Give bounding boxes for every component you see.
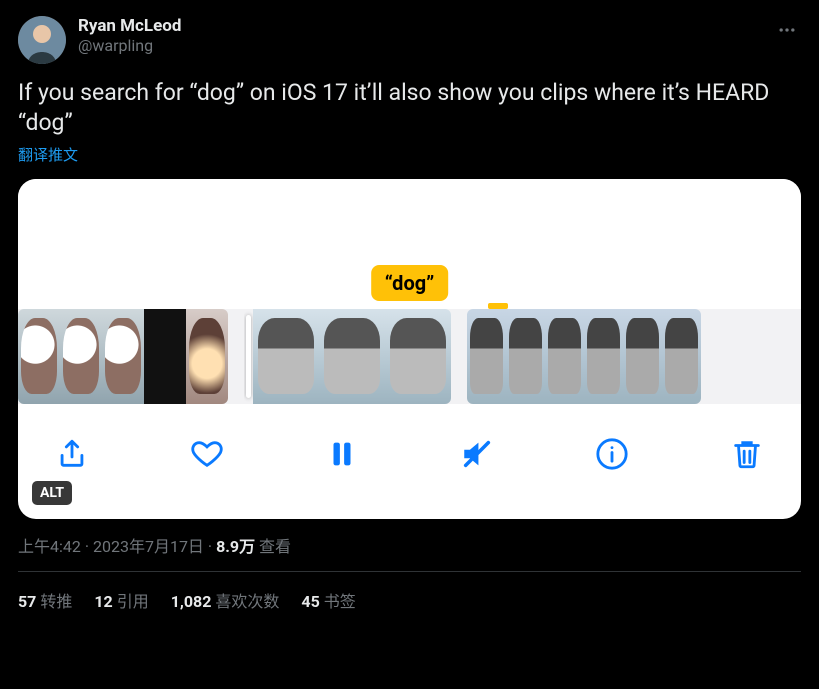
thumbnail	[467, 309, 506, 404]
user-handle[interactable]: @warpling	[78, 36, 761, 57]
trash-icon[interactable]	[727, 434, 767, 474]
video-timeline[interactable]	[18, 309, 801, 404]
share-icon[interactable]	[52, 434, 92, 474]
likes-stat[interactable]: 1,082喜欢次数	[171, 588, 280, 612]
thumbnail	[319, 309, 385, 404]
playhead[interactable]	[246, 315, 251, 398]
views-label: 查看	[255, 537, 291, 556]
thumbnail	[545, 309, 584, 404]
thumbnail	[102, 309, 144, 404]
thumbnail	[662, 309, 701, 404]
media-controls	[18, 404, 801, 504]
engagement-stats: 57转推 12引用 1,082喜欢次数 45书签	[18, 572, 801, 612]
thumbnail	[584, 309, 623, 404]
tweet-meta: 上午4:42 · 2023年7月17日 · 8.9万 查看	[18, 533, 801, 572]
info-icon[interactable]	[592, 434, 632, 474]
tweet-date[interactable]: 2023年7月17日	[93, 537, 204, 556]
tweet-time[interactable]: 上午4:42	[18, 537, 81, 556]
mute-icon[interactable]	[457, 434, 497, 474]
clip-group[interactable]	[18, 309, 228, 404]
quotes-stat[interactable]: 12引用	[94, 588, 148, 612]
tweet-text: If you search for “dog” on iOS 17 it’ll …	[18, 78, 801, 138]
thumbnail	[623, 309, 662, 404]
thumbnail	[385, 309, 451, 404]
tweet-header: Ryan McLeod @warpling	[18, 16, 801, 64]
thumbnail	[144, 309, 186, 404]
bookmarks-stat[interactable]: 45书签	[301, 588, 355, 612]
thumbnail	[506, 309, 545, 404]
clip-group[interactable]	[244, 309, 451, 404]
avatar[interactable]	[18, 16, 66, 64]
media-attachment[interactable]: “dog”	[18, 179, 801, 519]
translate-link[interactable]: 翻译推文	[18, 144, 78, 165]
alt-badge[interactable]: ALT	[32, 481, 72, 505]
display-name[interactable]: Ryan McLeod	[78, 16, 761, 36]
tweet-container: Ryan McLeod @warpling If you search for …	[0, 0, 819, 612]
clip-group[interactable]	[467, 309, 701, 404]
thumbnail	[18, 309, 60, 404]
search-term-badge: “dog”	[371, 265, 449, 301]
thumbnail	[186, 309, 228, 404]
views-count: 8.9万	[216, 537, 255, 556]
retweets-stat[interactable]: 57转推	[18, 588, 72, 612]
more-icon[interactable]	[773, 16, 801, 49]
pause-icon[interactable]	[322, 434, 362, 474]
user-block: Ryan McLeod @warpling	[78, 16, 761, 57]
thumbnail	[60, 309, 102, 404]
heart-icon[interactable]	[187, 434, 227, 474]
thumbnail	[253, 309, 319, 404]
media-header-area: “dog”	[18, 179, 801, 309]
